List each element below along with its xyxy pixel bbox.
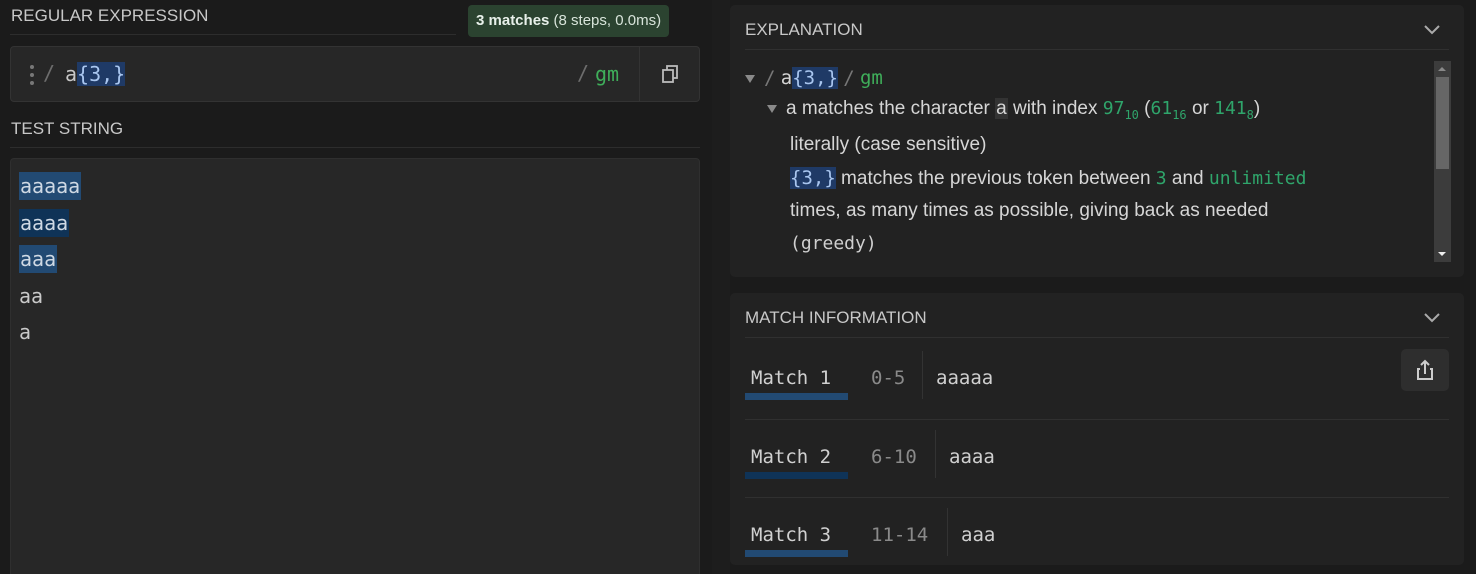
regex-delimiter-open: /	[43, 61, 56, 85]
divider	[947, 508, 948, 556]
divider	[922, 351, 923, 399]
divider	[935, 430, 936, 478]
match-value: aaaa	[949, 446, 995, 468]
share-icon	[1417, 359, 1433, 380]
explanation-mode: (greedy)	[790, 233, 877, 254]
match-label: Match 3	[751, 524, 832, 546]
divider	[10, 34, 456, 35]
line-text: aa	[19, 283, 44, 308]
match-label: Match 1	[751, 367, 832, 389]
line-text: a	[19, 320, 32, 344]
regex-flags[interactable]: gm	[595, 60, 619, 88]
match-range: 0-5	[871, 367, 906, 389]
match-range: 11-14	[871, 524, 929, 546]
divider	[745, 337, 1449, 338]
divider	[745, 49, 1449, 50]
explanation-root[interactable]: / a{3,} / gm	[745, 63, 883, 94]
match-range: 6-10	[871, 446, 917, 468]
collapse-triangle-icon[interactable]	[767, 104, 777, 113]
collapse-triangle-icon[interactable]	[745, 74, 755, 83]
match-underline	[745, 550, 848, 557]
match-information-panel: MATCH INFORMATION Match 1 0-5 aaaaa Matc…	[730, 293, 1464, 565]
match-row[interactable]: Match 1 0-5 aaaaa	[745, 341, 1449, 419]
explanation-scrollbar[interactable]	[1434, 61, 1451, 262]
match-count-badge: 3 matches (8 steps, 0.0ms)	[468, 5, 670, 37]
explanation-panel: EXPLANATION / a{3,} / gm a matches the c…	[730, 5, 1464, 277]
match-information-title: MATCH INFORMATION	[745, 308, 927, 327]
scroll-up-icon[interactable]	[1438, 67, 1446, 71]
explanation-text: literally (case sensitive)	[790, 134, 987, 155]
match-highlight: aaaa	[19, 208, 70, 237]
match-row[interactable]: Match 2 6-10 aaaa	[745, 419, 1449, 497]
test-line: aaa	[19, 242, 81, 279]
scroll-thumb[interactable]	[1436, 77, 1449, 169]
copy-button[interactable]	[639, 47, 699, 101]
test-string-title: TEST STRING	[11, 119, 124, 138]
regex-input[interactable]: / a{3,} / gm	[10, 46, 700, 102]
regex-literal: a	[65, 62, 78, 86]
match-underline	[745, 393, 848, 400]
match-underline	[745, 472, 848, 479]
regex-delimiter-close: /	[577, 61, 590, 85]
panel-gutter[interactable]	[712, 0, 730, 574]
left-panel: REGULAR EXPRESSION 3 matches (8 steps, 0…	[0, 0, 712, 574]
explanation-tree: / a{3,} / gm a matches the character a w…	[745, 61, 1425, 261]
match-highlight: aaa	[19, 245, 58, 273]
divider	[10, 147, 700, 148]
chevron-down-icon[interactable]	[1422, 23, 1442, 37]
test-line: aaaaa	[19, 169, 82, 206]
share-button[interactable]	[1401, 349, 1449, 391]
test-line: a	[19, 315, 81, 352]
test-line: aaaa	[19, 206, 81, 243]
regex-quantifier: {3,}	[77, 62, 126, 86]
explanation-item-quantifier: {3,} matches the previous token between …	[790, 167, 1307, 189]
test-string-lines: aaaaa aaaa aaa aa a	[19, 169, 82, 352]
regex-pattern[interactable]: a{3,}	[65, 60, 126, 88]
explanation-text: times, as many times as possible, giving…	[790, 200, 1269, 221]
test-string-input[interactable]: aaaaa aaaa aaa aa a	[10, 158, 700, 574]
explanation-title: EXPLANATION	[745, 20, 863, 39]
match-row[interactable]: Match 3 11-14 aaa	[745, 497, 1449, 574]
regex-section-title: REGULAR EXPRESSION	[11, 6, 209, 25]
match-label: Match 2	[751, 446, 832, 468]
chevron-down-icon[interactable]	[1422, 311, 1442, 325]
match-count: 3 matches	[476, 12, 550, 29]
test-line: aa	[19, 279, 81, 316]
match-steps: (8 steps, 0.0ms)	[553, 12, 662, 29]
explanation-item-literal[interactable]: a matches the character a with index 971…	[767, 94, 1260, 130]
drag-handle-icon[interactable]	[29, 65, 35, 85]
copy-icon	[661, 65, 678, 83]
match-highlight: aaaaa	[19, 172, 82, 200]
scroll-down-icon[interactable]	[1438, 252, 1446, 256]
match-value: aaa	[961, 524, 996, 546]
match-value: aaaaa	[936, 367, 994, 389]
